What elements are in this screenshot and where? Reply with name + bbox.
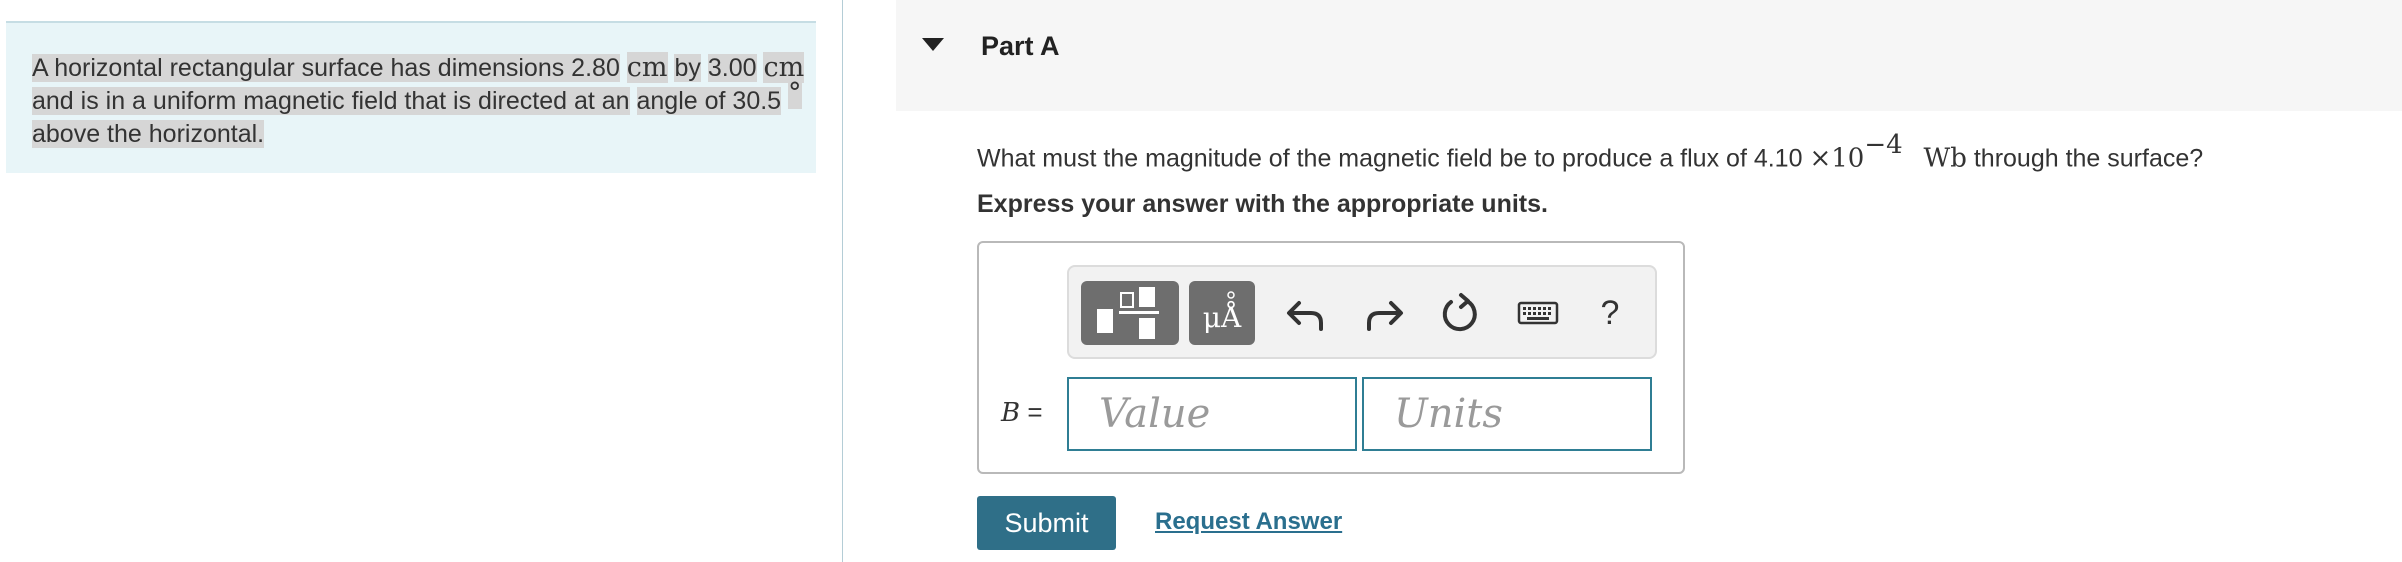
problem-text-5: angle of 30.5: [636, 87, 782, 115]
part-title: Part A: [981, 31, 1060, 61]
collapse-triangle-icon[interactable]: [922, 38, 944, 51]
help-button[interactable]: ?: [1584, 281, 1636, 345]
units-input[interactable]: [1362, 377, 1652, 451]
answer-instruction: Express your answer with the appropriate…: [977, 190, 1548, 218]
problem-text-1: A horizontal rectangular surface has dim…: [32, 54, 620, 82]
unit-cm-1: cm: [626, 52, 668, 83]
flux-unit: Wb: [1923, 143, 1967, 174]
problem-statement-panel: A horizontal rectangular surface has dim…: [6, 21, 816, 173]
keyboard-button[interactable]: [1509, 281, 1569, 345]
problem-statement: A horizontal rectangular surface has dim…: [32, 51, 812, 151]
answer-equals: =: [1020, 397, 1043, 427]
problem-text-6: above the horizontal.: [32, 120, 265, 148]
problem-text-3: 3.00: [707, 54, 757, 82]
power-base: 10: [1831, 143, 1865, 174]
reset-button[interactable]: [1433, 281, 1485, 345]
part-header[interactable]: Part A: [896, 0, 2402, 111]
keyboard-icon: [1517, 301, 1559, 325]
pane-divider: [842, 0, 843, 562]
value-input[interactable]: [1067, 377, 1357, 451]
degree-symbol: °: [788, 78, 802, 109]
math-toolbar: μÅ ?: [1067, 265, 1657, 359]
submit-button[interactable]: Submit: [977, 496, 1116, 550]
problem-text-4: and is in a uniform magnetic field that …: [32, 87, 630, 115]
units-icon: μÅ: [1203, 291, 1242, 334]
times-symbol: ×: [1809, 143, 1832, 174]
undo-button[interactable]: [1281, 281, 1333, 345]
templates-button[interactable]: [1081, 281, 1179, 345]
redo-icon: [1367, 301, 1403, 331]
request-answer-link[interactable]: Request Answer: [1155, 508, 1342, 536]
undo-icon: [1287, 301, 1323, 331]
question-text: What must the magnitude of the magnetic …: [977, 130, 2204, 174]
redo-button[interactable]: [1357, 281, 1409, 345]
units-button[interactable]: μÅ: [1189, 281, 1255, 345]
question-text-2: through the surface?: [1973, 144, 2204, 173]
power-exponent: −4: [1864, 130, 1903, 160]
reset-icon: [1442, 293, 1477, 332]
problem-text-2: by: [674, 54, 701, 82]
answer-variable: B: [1001, 398, 1021, 428]
answer-label: B =: [1001, 397, 1043, 428]
fraction-template-icon: [1097, 287, 1159, 339]
question-text-1: What must the magnitude of the magnetic …: [977, 144, 1803, 173]
answer-box: μÅ ? B = Value Units: [977, 241, 1685, 474]
units-symbol: μÅ: [1203, 301, 1242, 334]
